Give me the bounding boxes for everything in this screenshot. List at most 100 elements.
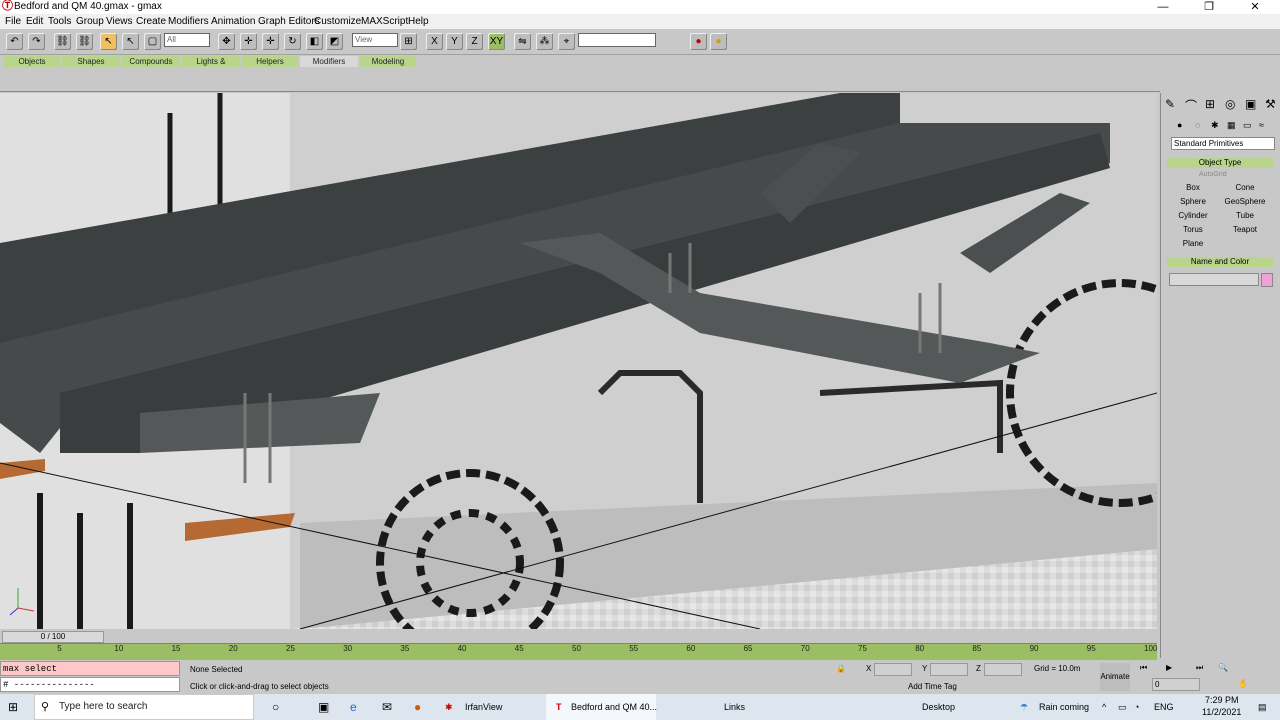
lights-icon[interactable]: ✱ (1211, 120, 1219, 131)
quick-render-icon[interactable]: ● (710, 33, 727, 50)
tube-button[interactable]: Tube (1221, 210, 1269, 222)
menu-create[interactable]: Create (136, 16, 166, 27)
reference-coord-dropdown[interactable]: View (352, 33, 398, 47)
battery-icon[interactable]: ▭ (1118, 694, 1127, 720)
plane-button[interactable]: Plane (1169, 238, 1217, 250)
display-tab-icon[interactable]: ▣ (1245, 97, 1256, 111)
utilities-tab-icon[interactable]: ⚒ (1265, 97, 1276, 111)
menu-edit[interactable]: Edit (26, 16, 43, 27)
play-icon[interactable]: ▶ (1166, 663, 1172, 672)
select-by-name-icon[interactable]: ↖ (122, 33, 139, 50)
notifications-icon[interactable]: ▤ (1258, 694, 1267, 720)
maxscript-listener-output[interactable]: max select (0, 661, 180, 676)
pivot-icon[interactable]: ⊞ (400, 33, 417, 50)
axis-x-icon[interactable]: X (426, 33, 443, 50)
track-bar[interactable]: 5 10 15 20 25 30 35 40 45 50 55 60 65 70 75 80 85 90 95 100 (0, 643, 1157, 661)
redo-icon[interactable]: ↷ (28, 33, 45, 50)
scale-icon[interactable]: ◧ (306, 33, 323, 50)
cameras-icon[interactable]: ▦ (1227, 120, 1236, 131)
array-icon[interactable]: ⁂ (536, 33, 553, 50)
x-field[interactable] (874, 663, 912, 676)
perspective-viewport[interactable] (0, 93, 1157, 629)
store-icon[interactable]: ▣ (318, 694, 329, 720)
shapes-icon[interactable]: ◌ (1195, 120, 1200, 130)
link-icon[interactable]: ⛓ (54, 33, 71, 50)
menu-maxscript[interactable]: MAXScript (361, 16, 408, 27)
animate-button[interactable]: Animate (1100, 663, 1130, 691)
torus-button[interactable]: Torus (1169, 224, 1217, 236)
tab-lights-cameras[interactable]: Lights & Cameras (182, 56, 240, 77)
tab-objects[interactable]: Objects (4, 56, 60, 67)
teapot-button[interactable]: Teapot (1221, 224, 1269, 236)
z-field[interactable] (984, 663, 1022, 676)
show-hidden-icons-icon[interactable]: ^ (1102, 694, 1106, 720)
render-icon[interactable]: ● (690, 33, 707, 50)
menu-animation[interactable]: Animation (211, 16, 255, 27)
taskbar-app-irfanview[interactable]: IrfanView (465, 694, 502, 720)
taskbar-app-gmax[interactable]: Bedford and QM 40... (571, 694, 657, 720)
move-axis-icon[interactable]: ✛ (262, 33, 279, 50)
mail-icon[interactable]: ✉ (382, 694, 392, 720)
goto-start-icon[interactable]: ⏮ (1140, 663, 1147, 673)
helpers-icon[interactable]: ▭ (1243, 120, 1252, 131)
menu-tools[interactable]: Tools (48, 16, 71, 27)
taskbar-search-box[interactable]: ⚲ Type here to search (34, 694, 254, 720)
move-icon[interactable]: ✛ (240, 33, 257, 50)
y-field[interactable] (930, 663, 968, 676)
align-icon[interactable]: ⌖ (558, 33, 575, 50)
close-button[interactable]: ✕ (1232, 0, 1278, 14)
desktop-toolbar[interactable]: Desktop (922, 694, 955, 720)
tab-shapes[interactable]: Shapes (62, 56, 120, 67)
axis-z-icon[interactable]: Z (466, 33, 483, 50)
geometry-icon[interactable]: ● (1177, 120, 1182, 130)
scale-type-icon[interactable]: ◩ (326, 33, 343, 50)
axis-xy-icon[interactable]: XY (488, 33, 505, 50)
sphere-button[interactable]: Sphere (1169, 196, 1217, 208)
rotate-icon[interactable]: ↻ (284, 33, 301, 50)
region-select-icon[interactable]: ▢ (144, 33, 161, 50)
object-name-field[interactable] (1169, 273, 1259, 286)
autogrid-checkbox[interactable]: AutoGrid (1199, 171, 1227, 178)
undo-icon[interactable]: ↶ (6, 33, 23, 50)
cone-button[interactable]: Cone (1221, 182, 1269, 194)
category-dropdown[interactable]: Standard Primitives (1171, 137, 1275, 150)
unlink-icon[interactable]: ⛓ (76, 33, 93, 50)
add-time-tag[interactable]: Add Time Tag (908, 682, 957, 691)
minimize-button[interactable]: — (1140, 0, 1186, 14)
maxscript-listener-input[interactable]: # --------------- (0, 677, 180, 692)
weather-text[interactable]: Rain coming (1039, 694, 1089, 720)
firefox-icon[interactable]: ● (414, 694, 421, 720)
tab-compounds[interactable]: Compounds (122, 56, 180, 67)
modify-tab-icon[interactable]: ⌒ (1185, 97, 1197, 114)
zoom-icon[interactable]: 🔍 (1218, 663, 1228, 672)
tab-modifiers[interactable]: Modifiers (300, 56, 358, 67)
menu-graph-editors[interactable]: Graph Editors (258, 16, 320, 27)
select-move-icon[interactable]: ✥ (218, 33, 235, 50)
space-warps-icon[interactable]: ≈ (1259, 120, 1264, 130)
goto-end-icon[interactable]: ⏭ (1196, 663, 1203, 673)
tab-modeling[interactable]: Modeling (360, 56, 416, 67)
menu-customize[interactable]: Customize (314, 16, 361, 27)
name-color-rollout[interactable]: Name and Color (1167, 257, 1273, 267)
links-toolbar[interactable]: Links (724, 694, 745, 720)
menu-group[interactable]: Group (76, 16, 104, 27)
windows-start-icon[interactable]: ⊞ (8, 694, 18, 720)
object-color-swatch[interactable] (1261, 273, 1273, 287)
edge-icon[interactable]: e (350, 694, 357, 720)
box-button[interactable]: Box (1169, 182, 1217, 194)
task-view-icon[interactable]: ○ (272, 694, 279, 720)
motion-tab-icon[interactable]: ◎ (1225, 97, 1235, 111)
named-selection-dropdown[interactable] (578, 33, 656, 47)
network-icon[interactable]: ◔ (1134, 694, 1139, 720)
geosphere-button[interactable]: GeoSphere (1221, 196, 1269, 208)
menu-help[interactable]: Help (408, 16, 429, 27)
create-tab-icon[interactable]: ✎ (1165, 97, 1175, 111)
hierarchy-tab-icon[interactable]: ⊞ (1205, 97, 1215, 111)
menu-file[interactable]: File (5, 16, 21, 27)
axis-y-icon[interactable]: Y (446, 33, 463, 50)
menu-modifiers[interactable]: Modifiers (168, 16, 209, 27)
cylinder-button[interactable]: Cylinder (1169, 210, 1217, 222)
select-object-icon[interactable]: ↖ (100, 33, 117, 50)
mirror-icon[interactable]: ⇋ (514, 33, 531, 50)
restore-button[interactable]: ❐ (1186, 0, 1232, 14)
